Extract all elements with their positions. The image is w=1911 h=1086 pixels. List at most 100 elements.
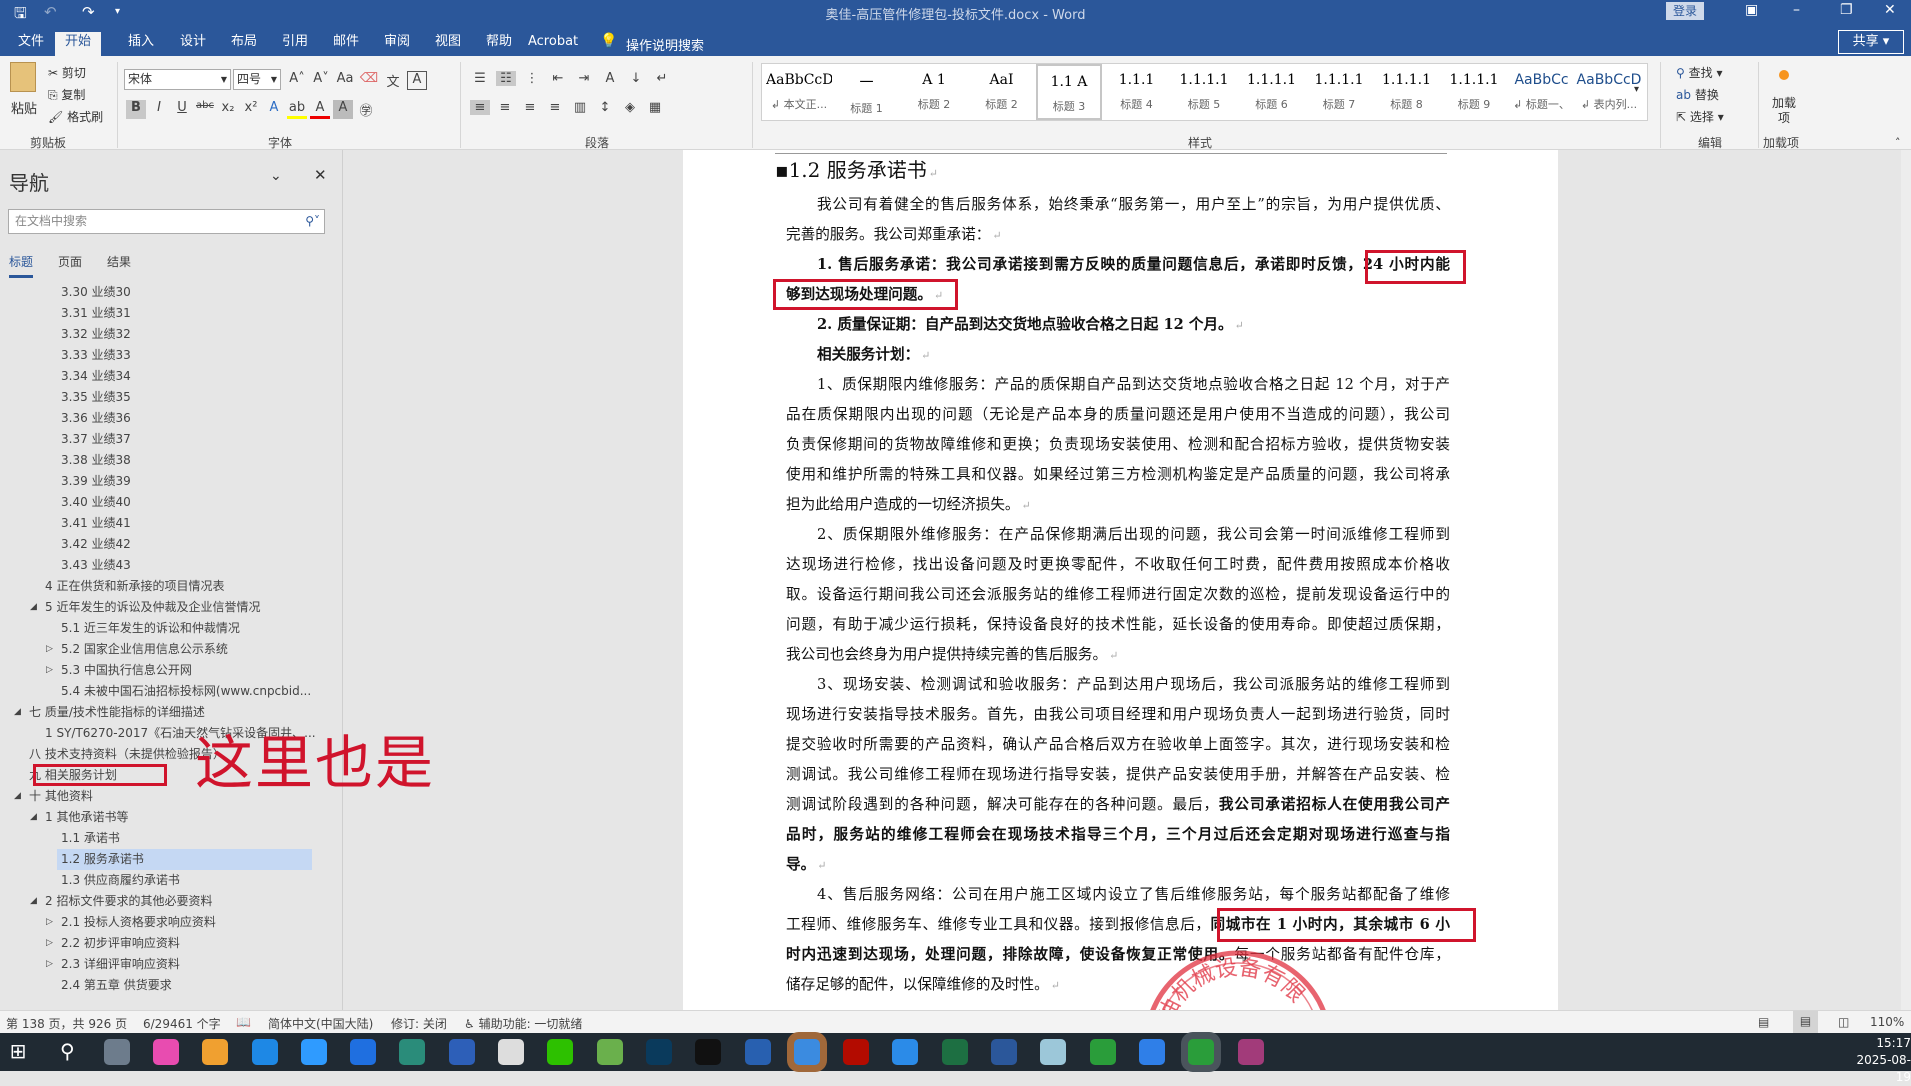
nav-heading-item[interactable]: 3.33 业绩33	[0, 345, 312, 366]
tab-10[interactable]: Acrobat	[518, 32, 588, 56]
style-item[interactable]: 1.1.1.1 标题 8	[1374, 64, 1440, 120]
change-case-icon[interactable]: Aa	[335, 71, 355, 90]
nav-tab-headings[interactable]: 标题	[9, 253, 34, 278]
underline-icon[interactable]: U	[172, 100, 192, 119]
expanded-arrow-icon[interactable]: ◢	[14, 702, 21, 723]
nav-search-input[interactable]: 在文档中搜索 ⚲˅	[8, 209, 325, 234]
subscript-icon[interactable]: x₂	[218, 100, 238, 119]
nav-heading-item[interactable]: 5.1 近三年发生的诉讼和仲裁情况	[0, 618, 312, 639]
nav-heading-item[interactable]: ▷ 2.1 投标人资格要求响应资料	[0, 912, 312, 933]
login-button[interactable]: 登录	[1666, 2, 1704, 20]
paste-button[interactable]: 粘贴	[11, 98, 37, 117]
feishu-taskbar-icon[interactable]	[300, 1039, 327, 1065]
font-size-select[interactable]: 四号 ▼	[233, 69, 281, 90]
nav-tab-pages[interactable]: 页面	[58, 253, 82, 270]
style-item[interactable]: AaI 标题 2	[969, 64, 1035, 120]
char-shading-icon[interactable]: A	[333, 100, 353, 119]
nav-heading-item[interactable]: 3.31 业绩31	[0, 303, 312, 324]
format-painter-button[interactable]: 🖌 格式刷	[48, 108, 103, 125]
calculator-taskbar-icon[interactable]	[103, 1039, 130, 1065]
read-mode-icon[interactable]: ▤	[1758, 1015, 1769, 1029]
tab-6[interactable]: 邮件	[323, 32, 369, 56]
search-taskbar-icon[interactable]: ⚲	[54, 1039, 80, 1065]
nav-close-icon[interactable]: ✕	[314, 166, 327, 184]
style-item[interactable]: AaBbCcDdI ↲ 本文正...	[766, 64, 832, 120]
collapsed-arrow-icon[interactable]: ▷	[46, 954, 53, 975]
expanded-arrow-icon[interactable]: ◢	[30, 891, 37, 912]
print-layout-icon[interactable]: ▤	[1793, 1011, 1818, 1033]
expanded-arrow-icon[interactable]: ◢	[30, 807, 37, 828]
printer-app-taskbar-icon[interactable]	[498, 1039, 524, 1065]
vertical-scrollbar[interactable]	[1901, 150, 1911, 1010]
close-icon[interactable]: ✕	[1884, 2, 1896, 18]
tab-2[interactable]: 插入	[118, 32, 164, 56]
nav-heading-item[interactable]: ▷ 2.3 详细评审响应资料	[0, 954, 312, 975]
nav-heading-item[interactable]: 5.4 未被中国石油招标投标网(www.cnpcbid...	[0, 681, 312, 702]
restore-icon[interactable]: ❐	[1840, 2, 1853, 18]
phonetic-guide-icon[interactable]: 文	[383, 71, 403, 90]
copy-button[interactable]: ⎘ 复制	[48, 86, 85, 103]
word-count[interactable]: 6/29461 个字	[143, 1015, 221, 1032]
numbering-icon[interactable]: ☷	[496, 71, 516, 86]
nav-heading-item[interactable]: ▷ 5.3 中国执行信息公开网	[0, 660, 312, 681]
v-app-active-taskbar-icon[interactable]	[1188, 1039, 1215, 1065]
proofing-icon[interactable]: 📖	[236, 1015, 251, 1029]
nav-heading-item[interactable]: 3.38 业绩38	[0, 450, 312, 471]
browser-active-taskbar-icon[interactable]	[793, 1039, 820, 1065]
collapsed-arrow-icon[interactable]: ▷	[46, 660, 53, 681]
nav-heading-item[interactable]: ◢ 2 招标文件要求的其他必要资料	[0, 891, 312, 912]
minimize-icon[interactable]: –	[1793, 2, 1800, 18]
decrease-indent-icon[interactable]: ⇤	[548, 71, 568, 86]
collapsed-arrow-icon[interactable]: ▷	[46, 639, 53, 660]
tab-8[interactable]: 视图	[425, 32, 471, 56]
collapsed-arrow-icon[interactable]: ▷	[46, 933, 53, 954]
style-item[interactable]: AaBbCcD ↲ 表内列...	[1576, 64, 1642, 120]
style-item[interactable]: 一标题 1	[834, 64, 900, 120]
accessibility-status[interactable]: ♿ 辅助功能: 一切就绪	[464, 1015, 582, 1032]
tab-9[interactable]: 帮助	[476, 32, 522, 56]
dots-app-taskbar-icon[interactable]	[251, 1039, 278, 1065]
wechat-taskbar-icon[interactable]	[547, 1039, 574, 1065]
center-icon[interactable]: ≡	[495, 100, 515, 115]
asian-layout-icon[interactable]: A	[600, 71, 620, 86]
nav-options-icon[interactable]: ⌄	[270, 168, 282, 184]
style-item[interactable]: 1.1.1 标题 4	[1104, 64, 1170, 120]
nav-heading-item[interactable]: 3.34 业绩34	[0, 366, 312, 387]
upload-app-taskbar-icon[interactable]	[1138, 1039, 1165, 1065]
tab-1[interactable]: 开始	[55, 32, 102, 56]
share-button[interactable]: 共享 ▾	[1838, 30, 1904, 54]
enclose-char-icon[interactable]: ㊫	[356, 100, 376, 119]
clear-format-icon[interactable]: ⌫	[359, 71, 379, 90]
system-clock[interactable]: 15:17 2025-08-19	[1850, 1035, 1911, 1086]
nav-heading-item[interactable]: 3.30 业绩30	[0, 282, 312, 303]
nav-heading-item[interactable]: 1.1 承诺书	[0, 828, 312, 849]
grow-font-icon[interactable]: A˄	[287, 71, 307, 90]
find-button[interactable]: ⚲ 查找 ▾	[1676, 64, 1722, 81]
nav-heading-item[interactable]: 3.40 业绩40	[0, 492, 312, 513]
photoshop-taskbar-icon[interactable]	[645, 1039, 672, 1065]
notepad-taskbar-icon[interactable]	[1040, 1039, 1067, 1065]
paste-icon[interactable]	[10, 62, 36, 92]
nav-heading-item[interactable]: 3.41 业绩41	[0, 513, 312, 534]
expanded-arrow-icon[interactable]: ◢	[30, 597, 37, 618]
collapsed-arrow-icon[interactable]: ▷	[46, 912, 53, 933]
highlight-icon[interactable]: ab	[287, 100, 307, 119]
style-item[interactable]: 1.1.1.1 标题 7	[1306, 64, 1372, 120]
web-layout-icon[interactable]: ◫	[1838, 1015, 1849, 1029]
addins-button[interactable]: 加载项	[1772, 96, 1796, 126]
ribbon-display-icon[interactable]: ▣	[1745, 2, 1758, 18]
justify-icon[interactable]: ≡	[545, 100, 565, 115]
start-taskbar-icon[interactable]: ⊞	[5, 1039, 31, 1065]
nav-heading-item[interactable]: 2.4 第五章 供货要求	[0, 975, 312, 996]
tab-3[interactable]: 设计	[170, 32, 216, 56]
sort-icon[interactable]: ↓	[626, 71, 646, 86]
nav-tab-results[interactable]: 结果	[107, 253, 131, 270]
cut-button[interactable]: ✂ 剪切	[48, 64, 86, 81]
nav-heading-item[interactable]: 3.37 业绩37	[0, 429, 312, 450]
bold-icon[interactable]: B	[126, 100, 146, 119]
qq-taskbar-icon[interactable]	[695, 1039, 722, 1065]
edge-like-taskbar-icon[interactable]	[892, 1039, 919, 1065]
shrink-font-icon[interactable]: A˅	[311, 71, 331, 90]
style-item[interactable]: A 1 标题 2	[901, 64, 967, 120]
v-app-taskbar-icon[interactable]	[1089, 1039, 1116, 1065]
